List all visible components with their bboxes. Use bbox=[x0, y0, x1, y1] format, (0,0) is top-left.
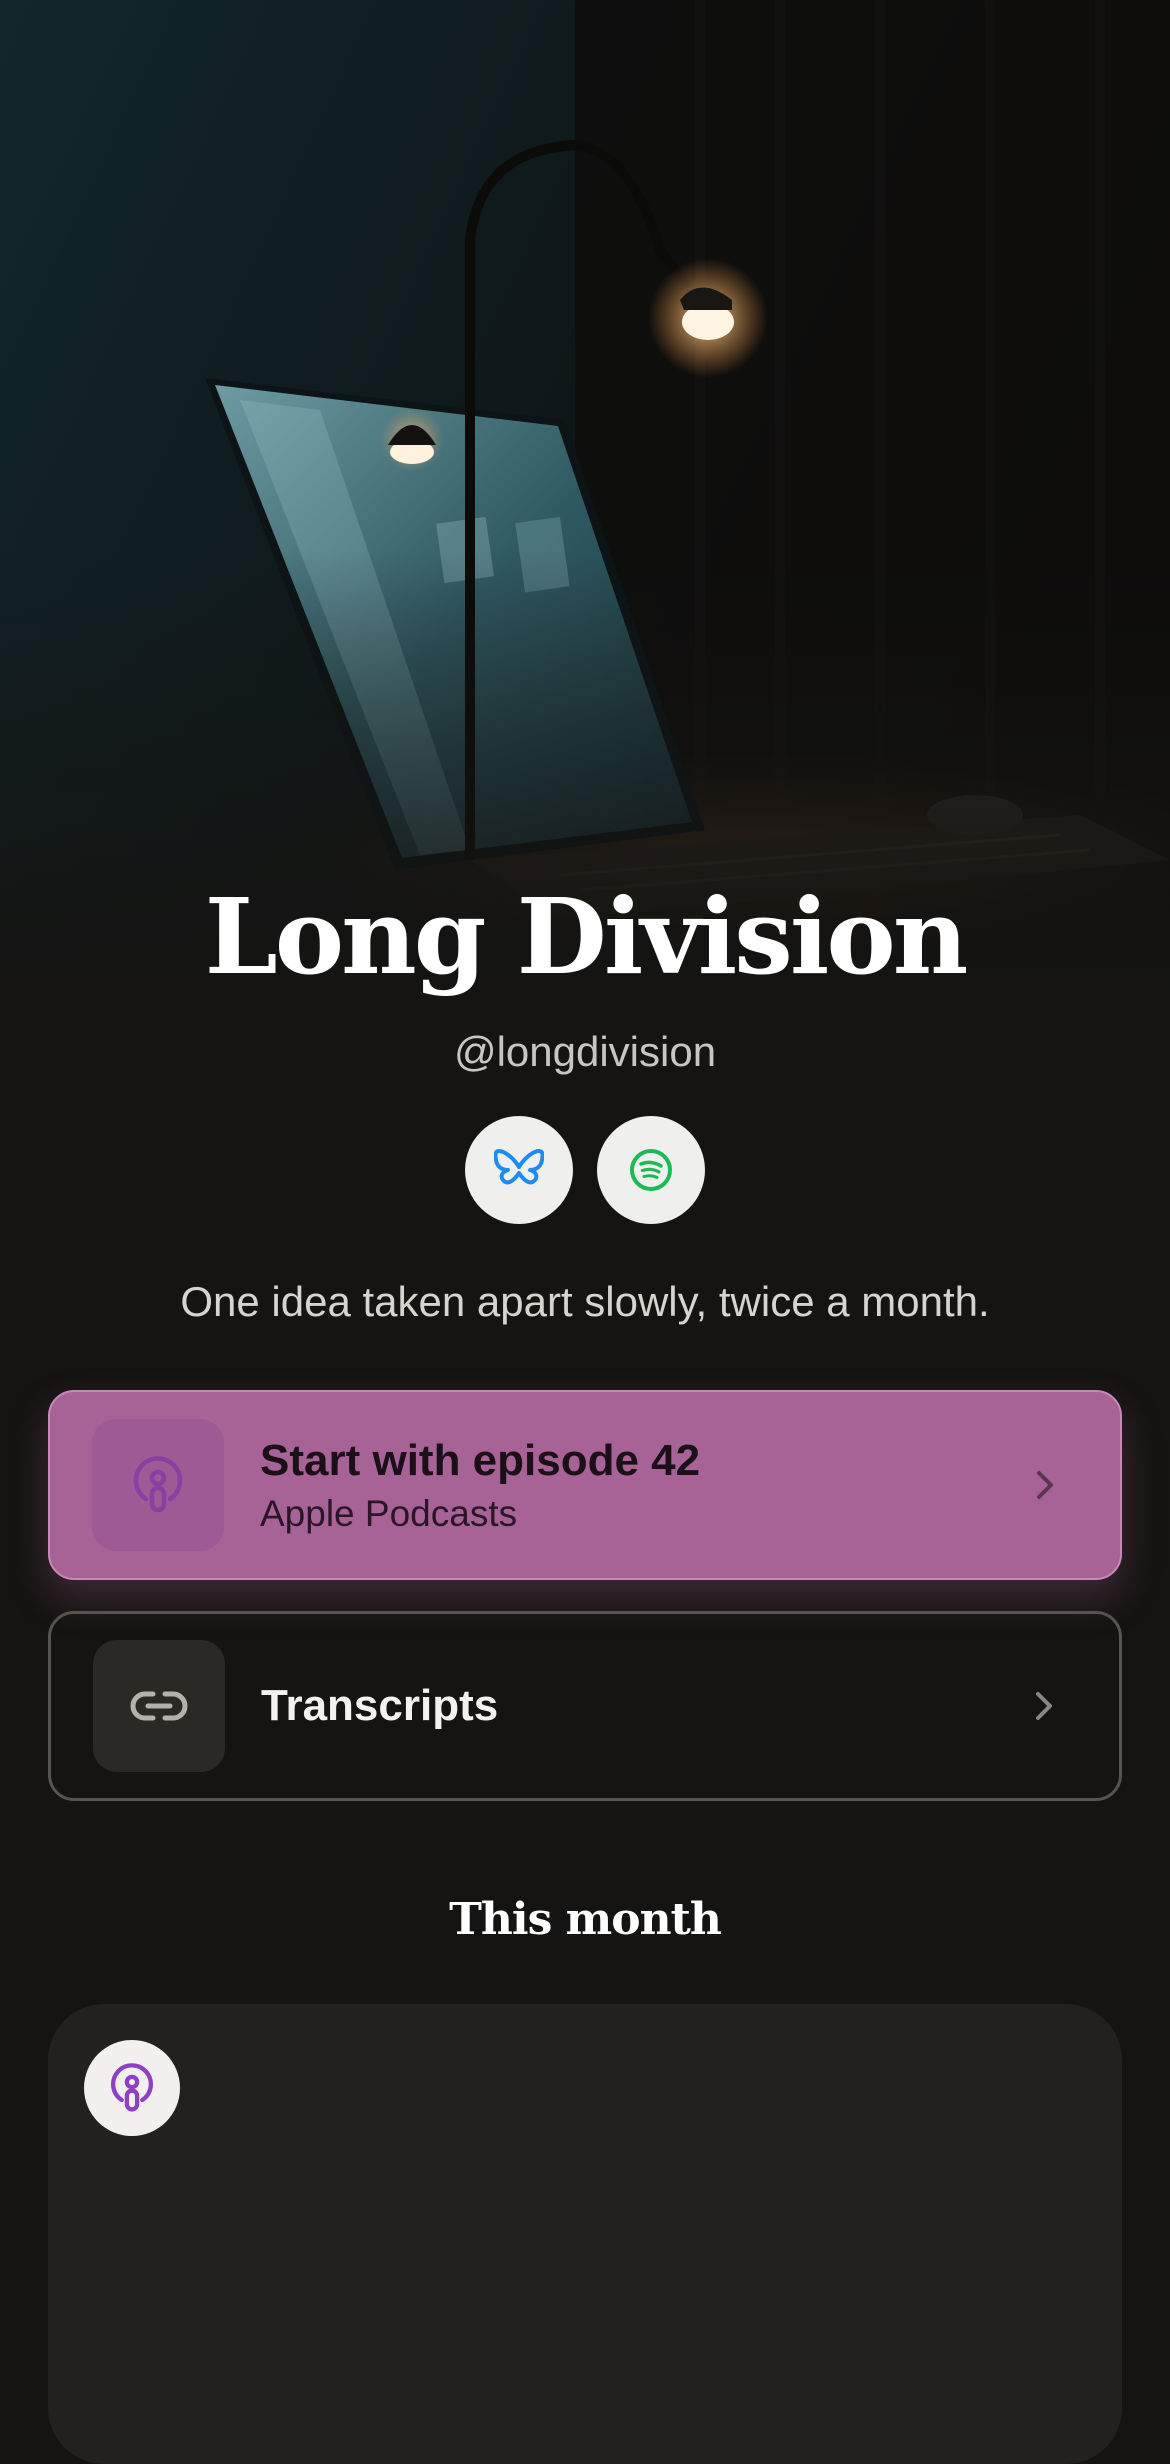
panel-badge bbox=[84, 2040, 180, 2136]
profile-title: Long Division bbox=[204, 875, 969, 998]
featured-icon-tile bbox=[92, 1419, 224, 1551]
podcast-icon bbox=[111, 2063, 153, 2112]
chevron-right-icon bbox=[1037, 1471, 1053, 1499]
link-icon bbox=[130, 1691, 188, 1721]
podcast-icon bbox=[133, 1456, 183, 1513]
featured-link-title: Start with episode 42 bbox=[260, 1435, 701, 1485]
bluesky-butterfly-icon bbox=[494, 1149, 544, 1185]
social-links bbox=[0, 1116, 1170, 1224]
transcripts-link-text: Transcripts bbox=[261, 1680, 498, 1733]
spotify-icon bbox=[630, 1149, 672, 1191]
featured-link-episode[interactable]: Start with episode 42 Apple Podcasts bbox=[48, 1390, 1122, 1580]
featured-link-subtitle: Apple Podcasts bbox=[260, 1493, 518, 1535]
transcripts-icon-tile bbox=[93, 1640, 225, 1772]
transcripts-link-title: Transcripts bbox=[261, 1680, 499, 1730]
profile-tagline: One idea taken apart slowly, twice a mon… bbox=[180, 1278, 990, 1325]
chevron-right-icon bbox=[1036, 1692, 1052, 1720]
bluesky-button[interactable] bbox=[465, 1116, 573, 1224]
spotify-button[interactable] bbox=[597, 1116, 705, 1224]
section-title-this-month: This month bbox=[449, 1894, 722, 1945]
featured-link-text: Start with episode 42 Apple Podcasts bbox=[260, 1435, 700, 1536]
hero-image bbox=[0, 0, 1170, 1000]
profile-handle: @longdivision bbox=[453, 1028, 717, 1075]
transcripts-link[interactable]: Transcripts bbox=[48, 1611, 1122, 1801]
this-month-panel[interactable] bbox=[48, 2004, 1122, 2464]
